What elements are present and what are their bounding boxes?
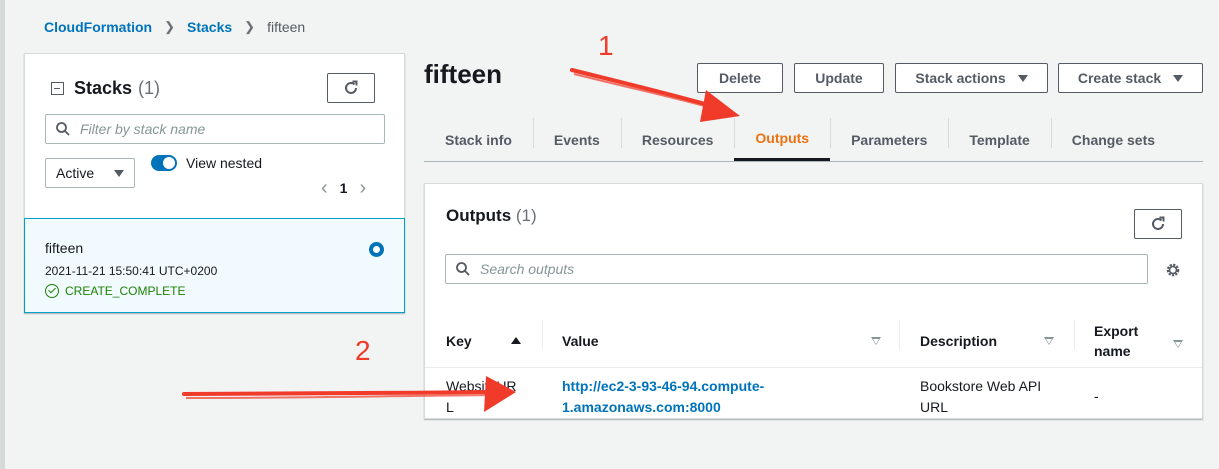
annotation-arrows (182, 68, 740, 412)
annotation-arrow-one (570, 68, 740, 122)
annotation-arrow-two (182, 376, 516, 412)
